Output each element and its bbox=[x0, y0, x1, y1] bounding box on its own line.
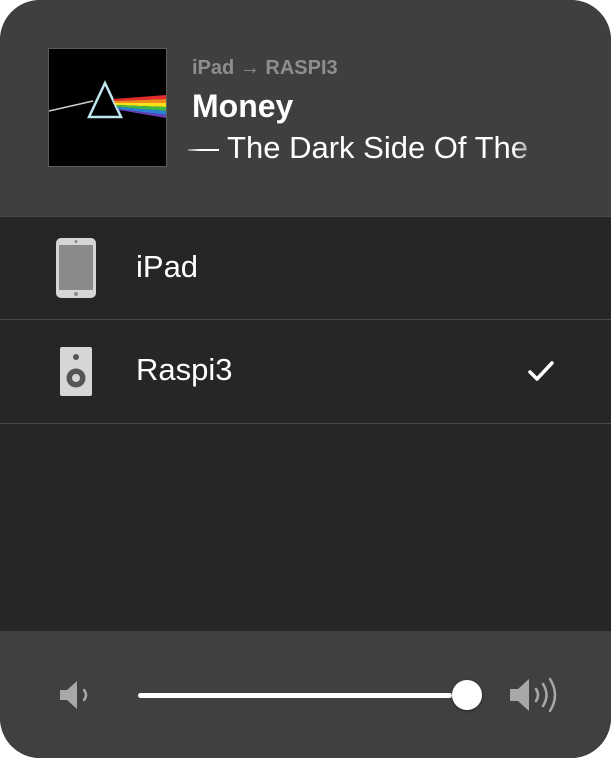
device-row-raspi3[interactable]: Raspi3 bbox=[0, 319, 611, 424]
volume-slider-fill bbox=[138, 693, 452, 698]
volume-low-icon bbox=[58, 679, 98, 711]
arrow-right-icon: → bbox=[239, 57, 260, 79]
airplay-route: iPad → RASPI3 bbox=[192, 57, 338, 80]
now-playing-header: iPad → RASPI3 Money — The Dark Side Of T… bbox=[0, 0, 611, 216]
device-label-ipad: iPad bbox=[136, 249, 199, 284]
volume-slider-thumb[interactable] bbox=[451, 680, 482, 710]
device-row-ipad[interactable]: iPad bbox=[0, 216, 611, 319]
ipad-icon bbox=[50, 235, 102, 301]
route-target: RASPI3 bbox=[265, 57, 338, 79]
checkmark-icon bbox=[526, 356, 556, 386]
route-source: iPad bbox=[192, 57, 235, 79]
artist-album-line: — The Dark Side Of The bbox=[188, 130, 529, 165]
song-title: Money bbox=[192, 88, 294, 124]
airplay-panel: iPad → RASPI3 Money — The Dark Side Of T… bbox=[0, 0, 611, 758]
volume-high-icon bbox=[508, 675, 566, 715]
speaker-icon bbox=[50, 338, 102, 404]
prism-artwork-icon bbox=[49, 49, 166, 166]
device-label-raspi3: Raspi3 bbox=[136, 352, 233, 387]
volume-slider[interactable] bbox=[138, 680, 484, 710]
album-artwork bbox=[48, 48, 167, 167]
album-marquee: — The Dark Side Of The bbox=[182, 128, 548, 172]
volume-footer bbox=[0, 631, 611, 758]
